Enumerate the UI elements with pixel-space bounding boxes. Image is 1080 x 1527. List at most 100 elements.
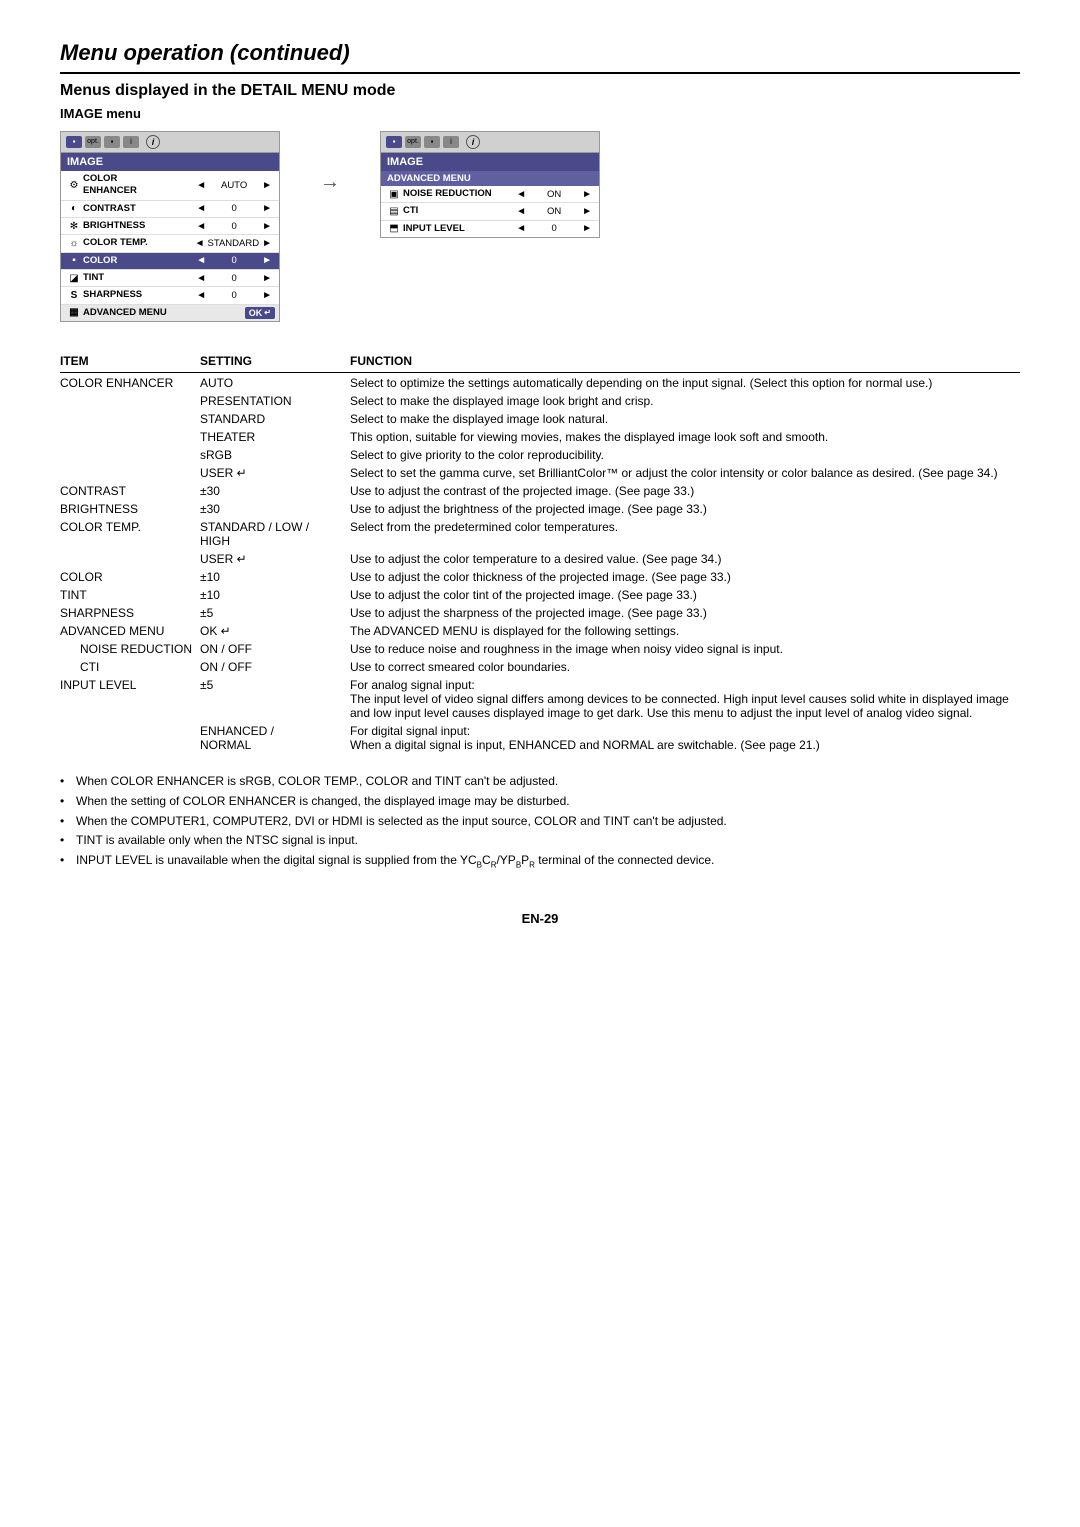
arrow-left-6: ◄ xyxy=(193,273,209,284)
panel-arrow: → xyxy=(320,131,340,194)
table-cell-item: CONTRAST xyxy=(60,481,200,499)
table-cell-item xyxy=(60,549,200,567)
table-cell-setting: ON / OFF xyxy=(200,639,350,657)
arrow-right-6: ► xyxy=(259,273,275,284)
table-cell-setting: ON / OFF xyxy=(200,657,350,675)
table-row: SHARPNESS±5Use to adjust the sharpness o… xyxy=(60,603,1020,621)
table-row: CTION / OFFUse to correct smeared color … xyxy=(60,657,1020,675)
advanced-menu-label: ADVANCED MENU xyxy=(83,307,245,319)
brightness-label: BRIGHTNESS xyxy=(83,220,193,232)
right-topbar-icon-3: ▪ xyxy=(424,136,440,148)
section-title: Menus displayed in the DETAIL MENU mode xyxy=(60,82,1020,100)
table-row: ADVANCED MENUOK ↵The ADVANCED MENU is di… xyxy=(60,621,1020,639)
brightness-icon: ✻ xyxy=(65,221,83,232)
left-menu-header: IMAGE xyxy=(61,153,279,171)
arrow-right-nr: ► xyxy=(579,189,595,200)
col-header-function: FUNCTION xyxy=(350,352,1020,373)
sharpness-value: 0 xyxy=(209,290,259,301)
table-cell-item: CTI xyxy=(60,657,200,675)
table-cell-function: Select from the predetermined color temp… xyxy=(350,517,1020,549)
arrow-right-3: ► xyxy=(259,221,275,232)
table-cell-item xyxy=(60,463,200,481)
table-row: NOISE REDUCTIONON / OFFUse to reduce noi… xyxy=(60,639,1020,657)
table-cell-setting: AUTO xyxy=(200,373,350,392)
page-title: Menu operation (continued) xyxy=(60,40,1020,74)
menu-row-color: ▪ COLOR ◄ 0 ► xyxy=(61,253,279,270)
table-cell-function: For analog signal input: The input level… xyxy=(350,675,1020,721)
table-cell-setting: ±10 xyxy=(200,585,350,603)
arrow-right-cti: ► xyxy=(579,206,595,217)
sharpness-label: SHARPNESS xyxy=(83,289,193,301)
right-topbar-icon-1: ▪ xyxy=(386,136,402,148)
table-row: COLOR±10Use to adjust the color thicknes… xyxy=(60,567,1020,585)
table-cell-item: COLOR ENHANCER xyxy=(60,373,200,392)
topbar-icon-3: ▪ xyxy=(104,136,120,148)
contrast-value: 0 xyxy=(209,203,259,214)
sharpness-icon: S xyxy=(65,290,83,301)
table-cell-function: Use to reduce noise and roughness in the… xyxy=(350,639,1020,657)
table-row: COLOR ENHANCERAUTOSelect to optimize the… xyxy=(60,373,1020,392)
cti-icon: ▤ xyxy=(385,206,403,217)
table-row: USER ↵Use to adjust the color temperatur… xyxy=(60,549,1020,567)
color-enhancer-label: COLORENHANCER xyxy=(83,173,193,198)
input-level-icon: ⬒ xyxy=(385,223,403,234)
table-cell-item xyxy=(60,409,200,427)
arrow-left-il: ◄ xyxy=(513,223,529,234)
topbar-icon-2: opt. xyxy=(85,136,101,148)
table-cell-setting: ±10 xyxy=(200,567,350,585)
right-topbar: ▪ opt. ▪ i i xyxy=(381,132,599,153)
menu-row-brightness: ✻ BRIGHTNESS ◄ 0 ► xyxy=(61,218,279,235)
table-cell-function: This option, suitable for viewing movies… xyxy=(350,427,1020,445)
color-enhancer-icon: ⚙ xyxy=(65,180,83,191)
table-cell-function: Select to set the gamma curve, set Brill… xyxy=(350,463,1020,481)
table-row: USER ↵Select to set the gamma curve, set… xyxy=(60,463,1020,481)
arrow-left-cti: ◄ xyxy=(513,206,529,217)
bullet-item: TINT is available only when the NTSC sig… xyxy=(60,832,1020,849)
arrow-left-2: ◄ xyxy=(193,203,209,214)
page-number: EN-29 xyxy=(60,911,1020,926)
color-enhancer-value: AUTO xyxy=(209,180,259,191)
right-topbar-icon-4: i xyxy=(443,136,459,148)
color-temp-icon: ☼ xyxy=(65,238,83,249)
color-value: 0 xyxy=(209,255,259,266)
tint-value: 0 xyxy=(209,273,259,284)
table-cell-item: COLOR TEMP. xyxy=(60,517,200,549)
enter-icon: ↵ xyxy=(264,308,271,317)
table-cell-function: Select to make the displayed image look … xyxy=(350,409,1020,427)
table-cell-item: SHARPNESS xyxy=(60,603,200,621)
table-cell-setting: sRGB xyxy=(200,445,350,463)
table-row: THEATERThis option, suitable for viewing… xyxy=(60,427,1020,445)
topbar-icon-4: i xyxy=(123,136,139,148)
right-topbar-info-icon: i xyxy=(466,135,480,149)
right-menu-panel: ▪ opt. ▪ i i IMAGE ADVANCED MENU ▣ NOISE… xyxy=(380,131,600,238)
menu-row-noise-reduction: ▣ NOISE REDUCTION ◄ ON ► xyxy=(381,186,599,203)
arrow-left-nr: ◄ xyxy=(513,189,529,200)
table-cell-item: INPUT LEVEL xyxy=(60,675,200,721)
menu-row-sharpness: S SHARPNESS ◄ 0 ► xyxy=(61,287,279,304)
color-label: COLOR xyxy=(83,255,193,267)
table-cell-setting: ENHANCED / NORMAL xyxy=(200,721,350,753)
color-icon: ▪ xyxy=(65,255,83,266)
input-level-label: INPUT LEVEL xyxy=(403,223,513,235)
table-cell-item: NOISE REDUCTION xyxy=(60,639,200,657)
contrast-label: CONTRAST xyxy=(83,203,193,215)
table-cell-setting: ±30 xyxy=(200,481,350,499)
table-cell-setting: ±5 xyxy=(200,603,350,621)
noise-reduction-value: ON xyxy=(529,189,579,200)
notes-list: When COLOR ENHANCER is sRGB, COLOR TEMP.… xyxy=(60,773,1020,871)
table-row: CONTRAST±30Use to adjust the contrast of… xyxy=(60,481,1020,499)
menu-row-input-level: ⬒ INPUT LEVEL ◄ 0 ► xyxy=(381,221,599,237)
table-cell-setting: ±5 xyxy=(200,675,350,721)
arrow-left-7: ◄ xyxy=(193,290,209,301)
ok-button[interactable]: OK↵ xyxy=(245,307,275,319)
menu-row-tint: ◪ TINT ◄ 0 ► xyxy=(61,270,279,287)
menu-row-contrast: ◐ CONTRAST ◄ 0 ► xyxy=(61,201,279,218)
arrow-right-4: ► xyxy=(259,238,275,249)
menu-panels: ▪ opt. ▪ i i IMAGE ⚙ COLORENHANCER ◄ AUT… xyxy=(60,131,1020,322)
table-cell-function: Select to give priority to the color rep… xyxy=(350,445,1020,463)
table-row: BRIGHTNESS±30Use to adjust the brightnes… xyxy=(60,499,1020,517)
menu-row-color-temp: ☼ COLOR TEMP. ◄ STANDARD ► xyxy=(61,235,279,252)
advanced-menu-subheader: ADVANCED MENU xyxy=(381,171,599,186)
table-cell-function: Use to adjust the brightness of the proj… xyxy=(350,499,1020,517)
menu-row-color-enhancer: ⚙ COLORENHANCER ◄ AUTO ► xyxy=(61,171,279,201)
